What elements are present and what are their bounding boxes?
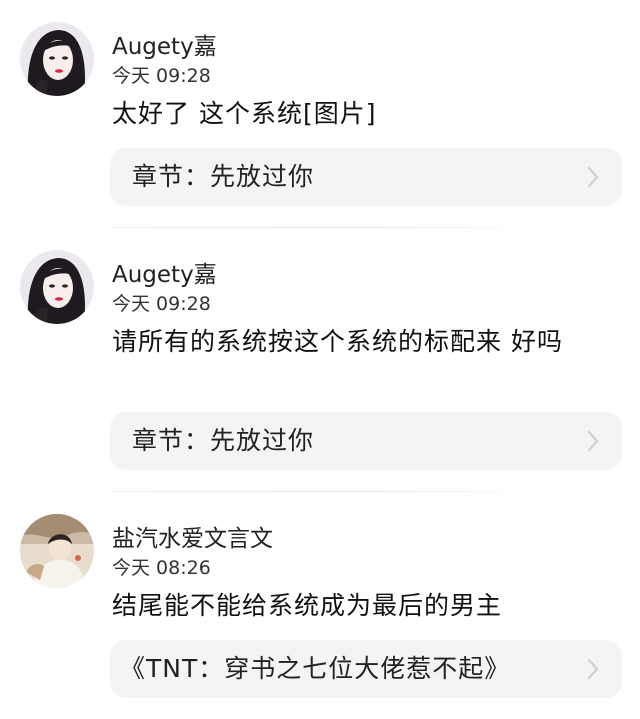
chevron-right-icon — [587, 658, 599, 680]
comment-text: 太好了 这个系统[图片] — [112, 99, 377, 128]
chevron-right-icon — [587, 430, 599, 452]
user-avatar[interactable] — [20, 22, 94, 96]
book-link[interactable]: 《TNT：穿书之七位大佬惹不起》 — [110, 640, 622, 698]
username[interactable]: Augety嘉 — [112, 262, 217, 288]
username[interactable]: 盐汽水爱文言文 — [112, 526, 273, 552]
chapter-link[interactable]: 章节：先放过你 — [110, 412, 622, 470]
avatar-image — [20, 22, 94, 96]
comment-feed: Augety嘉 今天 09:28 太好了 这个系统[图片] 章节：先放过你 Au… — [0, 0, 640, 719]
avatar-image — [20, 514, 94, 588]
avatar-image — [20, 250, 94, 324]
comment-time: 今天 08:26 — [112, 557, 211, 579]
comment-text: 请所有的系统按这个系统的标配来 好吗 — [112, 327, 563, 356]
divider — [112, 227, 532, 228]
chapter-label: 章节：先放过你 — [132, 162, 315, 191]
user-avatar[interactable] — [20, 514, 94, 588]
chapter-label: 章节：先放过你 — [132, 426, 315, 455]
chevron-right-icon — [587, 166, 599, 188]
comment-time: 今天 09:28 — [112, 65, 211, 87]
comment-text: 结尾能不能给系统成为最后的男主 — [112, 591, 503, 620]
book-title-label: 《TNT：穿书之七位大佬惹不起》 — [120, 654, 511, 683]
chapter-link[interactable]: 章节：先放过你 — [110, 148, 622, 206]
comment-time: 今天 09:28 — [112, 293, 211, 315]
user-avatar[interactable] — [20, 250, 94, 324]
username[interactable]: Augety嘉 — [112, 34, 217, 60]
divider — [112, 491, 532, 492]
